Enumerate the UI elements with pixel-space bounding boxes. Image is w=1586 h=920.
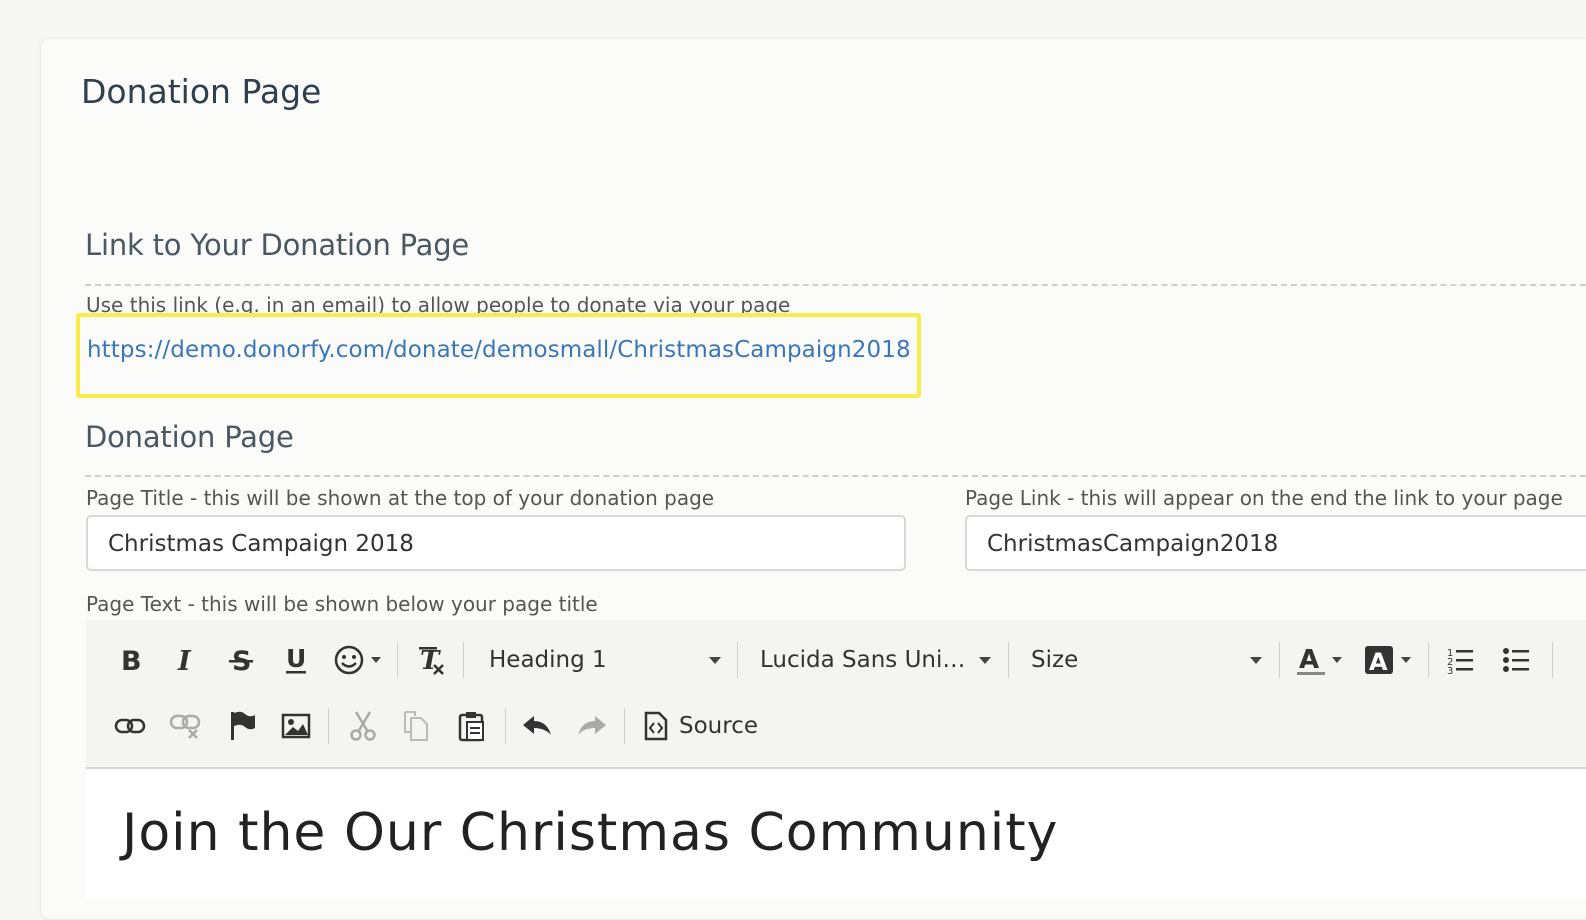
source-icon (644, 711, 668, 741)
link-icon (114, 718, 146, 734)
toolbar-separator (1279, 642, 1280, 678)
emoji-dropdown-caret[interactable] (371, 657, 381, 663)
strikethrough-button[interactable]: S (224, 642, 258, 678)
bold-button[interactable]: B (114, 642, 148, 678)
section-divider (85, 475, 1586, 477)
link-button[interactable] (112, 708, 148, 744)
svg-text:A: A (1299, 645, 1319, 675)
italic-button[interactable]: I (170, 642, 204, 678)
unlink-icon (169, 714, 201, 739)
font-color-dropdown-caret[interactable] (1332, 657, 1342, 663)
toolbar-separator (505, 708, 506, 744)
anchor-flag-icon (231, 711, 255, 740)
remove-format-icon: T (419, 646, 444, 676)
link-help-text: Use this link (e.g. in an email) to allo… (86, 293, 791, 314)
toolbar-separator (1428, 642, 1429, 678)
font-select[interactable]: Lucida Sans Uni… (760, 640, 991, 680)
toolbar-separator (328, 708, 329, 744)
svg-text:B: B (121, 646, 142, 674)
source-button-label: Source (679, 713, 758, 739)
size-select[interactable]: Size (1031, 640, 1262, 680)
emoji-icon (334, 645, 364, 675)
redo-icon (578, 716, 606, 735)
page-link-label: Page Link - this will appear on the end … (965, 486, 1563, 510)
size-select-value: Size (1031, 647, 1079, 673)
redo-button[interactable] (574, 708, 610, 744)
toolbar-separator (737, 642, 738, 678)
format-select-value: Heading 1 (489, 647, 607, 673)
section-divider (85, 284, 1586, 286)
numbered-list-icon: 1 2 3 (1447, 648, 1473, 675)
background-color-dropdown-caret[interactable] (1401, 657, 1411, 663)
svg-text:3: 3 (1447, 666, 1453, 675)
image-button[interactable] (278, 708, 314, 744)
chevron-down-icon (1250, 657, 1262, 664)
unlink-button[interactable] (167, 708, 203, 744)
font-color-icon: A (1297, 645, 1325, 675)
svg-text:I: I (177, 646, 192, 674)
underline-button[interactable]: U (279, 642, 313, 678)
page-link-input[interactable]: ChristmasCampaign2018 (965, 515, 1586, 571)
page-title: Donation Page (81, 72, 322, 111)
numbered-list-button[interactable]: 1 2 3 (1442, 642, 1478, 678)
link-section-title: Link to Your Donation Page (85, 228, 470, 262)
page-text-label: Page Text - this will be shown below you… (86, 592, 598, 616)
italic-icon: I (177, 646, 192, 674)
remove-format-button[interactable]: T (412, 642, 448, 678)
svg-text:U: U (286, 645, 306, 673)
bulleted-list-icon (1503, 648, 1529, 672)
cut-icon (350, 711, 376, 741)
background-color-button[interactable]: A (1362, 642, 1396, 678)
bulleted-list-button[interactable] (1498, 642, 1534, 678)
paste-icon (458, 712, 484, 742)
image-icon (281, 713, 311, 739)
chevron-down-icon (979, 657, 991, 664)
background-color-icon: A (1365, 646, 1393, 676)
donation-section-title: Donation Page (85, 420, 294, 454)
donation-page-url-link[interactable]: https://demo.donorfy.com/donate/demosmal… (87, 337, 911, 363)
page-title-input[interactable]: Christmas Campaign 2018 (86, 515, 906, 571)
strikethrough-icon: S (229, 646, 253, 674)
undo-button[interactable] (519, 708, 555, 744)
chevron-down-icon (709, 657, 721, 664)
toolbar-separator (1008, 642, 1009, 678)
font-select-value: Lucida Sans Uni… (760, 647, 966, 673)
font-color-button[interactable]: A (1294, 642, 1328, 678)
cut-button[interactable] (345, 708, 381, 744)
toolbar-separator (624, 708, 625, 744)
undo-icon (523, 716, 551, 735)
toolbar-separator (1552, 642, 1553, 678)
copy-icon (404, 711, 428, 741)
anchor-button[interactable] (224, 708, 260, 744)
underline-icon: U (286, 645, 306, 674)
paste-button[interactable] (454, 708, 490, 744)
bold-icon: B (121, 646, 142, 674)
toolbar-separator (397, 642, 398, 678)
source-button[interactable]: Source (643, 707, 758, 745)
format-select[interactable]: Heading 1 (489, 640, 721, 680)
page-title-label: Page Title - this will be shown at the t… (86, 486, 715, 510)
toolbar-separator (463, 642, 464, 678)
editor-content-heading[interactable]: Join the Our Christmas Community (122, 803, 1058, 863)
emoji-button[interactable] (331, 642, 367, 678)
copy-button[interactable] (398, 708, 434, 744)
svg-text:A: A (1369, 648, 1388, 676)
